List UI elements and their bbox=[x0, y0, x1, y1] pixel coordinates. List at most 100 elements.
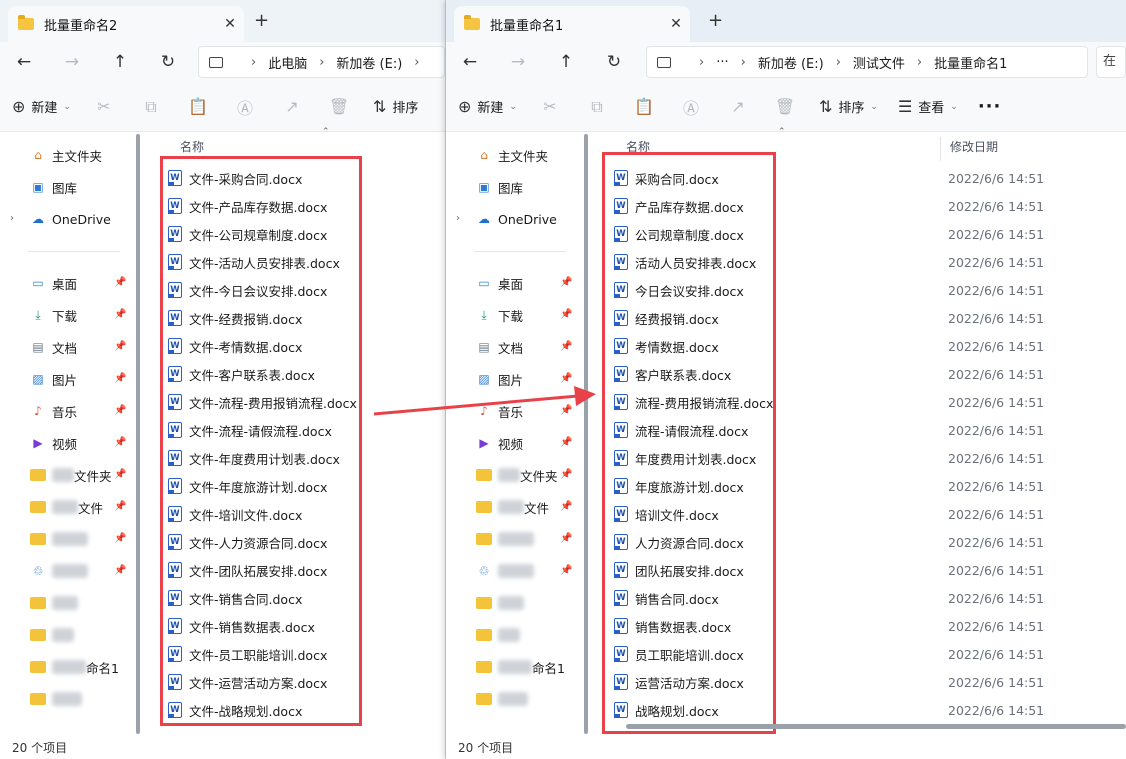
file-row[interactable]: W 公司规章制度.docx bbox=[614, 221, 744, 247]
nav-item-recycle[interactable]: ♲ bbox=[30, 559, 88, 583]
share-icon[interactable]: ↗ bbox=[279, 97, 305, 116]
file-row[interactable]: W 人力资源合同.docx bbox=[614, 529, 744, 555]
nav-item-pictures[interactable]: ▨ 图片 bbox=[30, 367, 77, 391]
delete-icon[interactable]: 🗑 bbox=[326, 97, 352, 116]
file-row[interactable]: W 文件-人力资源合同.docx bbox=[168, 529, 327, 555]
paste-icon[interactable]: 📋 bbox=[185, 97, 211, 116]
nav-item-folder-6[interactable]: 命名1 bbox=[476, 655, 565, 679]
nav-item-music[interactable]: ♪ 音乐 bbox=[476, 399, 523, 423]
nav-item-folder-7[interactable] bbox=[476, 687, 528, 711]
file-row[interactable]: W 员工职能培训.docx bbox=[614, 641, 744, 667]
nav-item-home[interactable]: ⌂ 主文件夹 bbox=[476, 143, 548, 167]
nav-item-folder-3[interactable] bbox=[476, 527, 534, 551]
nav-item-folder-3[interactable] bbox=[30, 527, 88, 551]
file-row[interactable]: W 销售合同.docx bbox=[614, 585, 719, 611]
file-row[interactable]: W 文件-经费报销.docx bbox=[168, 305, 302, 331]
copy-icon[interactable]: ⧉ bbox=[584, 97, 610, 117]
chevron-right-icon[interactable]: › bbox=[456, 213, 460, 224]
file-row[interactable]: W 考情数据.docx bbox=[614, 333, 719, 359]
file-row[interactable]: W 文件-年度费用计划表.docx bbox=[168, 445, 340, 471]
file-row[interactable]: W 文件-产品库存数据.docx bbox=[168, 193, 327, 219]
close-tab-icon[interactable]: ✕ bbox=[662, 16, 690, 32]
file-row[interactable]: W 文件-客户联系表.docx bbox=[168, 361, 315, 387]
file-row[interactable]: W 活动人员安排表.docx bbox=[614, 249, 756, 275]
horizontal-scrollbar[interactable] bbox=[626, 724, 1126, 729]
file-row[interactable]: W 文件-今日会议安排.docx bbox=[168, 277, 327, 303]
file-row[interactable]: W 今日会议安排.docx bbox=[614, 277, 744, 303]
file-row[interactable]: W 文件-团队拓展安排.docx bbox=[168, 557, 327, 583]
chevron-right-icon[interactable]: › bbox=[10, 213, 14, 224]
file-row[interactable]: W 销售数据表.docx bbox=[614, 613, 731, 639]
close-tab-icon[interactable]: ✕ bbox=[216, 16, 244, 32]
nav-item-folder-5[interactable] bbox=[476, 623, 520, 647]
new-button[interactable]: ⊕ 新建 ⌄ bbox=[12, 97, 71, 116]
file-row[interactable]: W 文件-员工职能培训.docx bbox=[168, 641, 327, 667]
nav-item-folder-1[interactable]: 文件夹 bbox=[476, 463, 558, 487]
file-row[interactable]: W 文件-运营活动方案.docx bbox=[168, 669, 327, 695]
file-row[interactable]: W 文件-销售合同.docx bbox=[168, 585, 302, 611]
nav-item-folder-6[interactable]: 命名1 bbox=[30, 655, 119, 679]
nav-item-folder-1[interactable]: 文件夹 bbox=[30, 463, 112, 487]
paste-icon[interactable]: 📋 bbox=[631, 97, 657, 116]
nav-item-folder-2[interactable]: 文件 bbox=[30, 495, 103, 519]
column-header-name[interactable]: 名称 bbox=[180, 133, 204, 159]
file-row[interactable]: W 采购合同.docx bbox=[614, 165, 719, 191]
file-row[interactable]: W 培训文件.docx bbox=[614, 501, 719, 527]
forward-arrow-icon[interactable]: → bbox=[48, 52, 96, 72]
nav-item-recycle[interactable]: ♲ bbox=[476, 559, 534, 583]
sort-button[interactable]: ⇅ 排序 ⌄ bbox=[819, 97, 878, 116]
copy-icon[interactable]: ⧉ bbox=[138, 97, 164, 117]
up-arrow-icon[interactable]: ↑ bbox=[96, 52, 144, 72]
nav-item-onedrive[interactable]: ☁ OneDrive bbox=[476, 207, 557, 231]
nav-item-folder-4[interactable] bbox=[476, 591, 524, 615]
search-input[interactable]: 在 bbox=[1096, 46, 1126, 78]
breadcrumb-test-files[interactable]: 测试文件 bbox=[853, 53, 905, 72]
file-row[interactable]: W 运营活动方案.docx bbox=[614, 669, 744, 695]
address-bar[interactable]: › 此电脑 › 新加卷 (E:) › bbox=[198, 46, 445, 78]
file-row[interactable]: W 战略规划.docx bbox=[614, 697, 719, 723]
nav-item-onedrive[interactable]: ☁ OneDrive bbox=[30, 207, 111, 231]
back-arrow-icon[interactable]: ← bbox=[0, 52, 48, 72]
nav-item-desktop[interactable]: ▭ 桌面 bbox=[476, 271, 523, 295]
breadcrumb-drive-e[interactable]: 新加卷 (E:) bbox=[758, 53, 824, 72]
vertical-scrollbar[interactable] bbox=[584, 134, 588, 734]
breadcrumb-this-pc[interactable]: 此电脑 bbox=[268, 53, 307, 72]
nav-item-downloads[interactable]: ⤓ 下载 bbox=[30, 303, 77, 327]
tab-batch-rename-2[interactable]: 批量重命名2 ✕ bbox=[8, 6, 244, 42]
file-row[interactable]: W 文件-年度旅游计划.docx bbox=[168, 473, 327, 499]
file-row[interactable]: W 文件-考情数据.docx bbox=[168, 333, 302, 359]
file-row[interactable]: W 团队拓展安排.docx bbox=[614, 557, 744, 583]
breadcrumb-drive-e[interactable]: 新加卷 (E:) bbox=[336, 53, 402, 72]
address-bar[interactable]: › ··· › 新加卷 (E:) › 测试文件 › 批量重命名1 bbox=[646, 46, 1088, 78]
nav-item-documents[interactable]: ▤ 文档 bbox=[30, 335, 77, 359]
nav-item-downloads[interactable]: ⤓ 下载 bbox=[476, 303, 523, 327]
back-arrow-icon[interactable]: ← bbox=[446, 52, 494, 72]
file-row[interactable]: W 流程-费用报销流程.docx bbox=[614, 389, 773, 415]
view-button[interactable]: ☰ 查看 ⌄ bbox=[898, 97, 958, 116]
column-header-date[interactable]: 修改日期 bbox=[950, 133, 998, 159]
file-row[interactable]: W 流程-请假流程.docx bbox=[614, 417, 748, 443]
up-arrow-icon[interactable]: ↑ bbox=[542, 52, 590, 72]
nav-item-gallery[interactable]: ▣ 图库 bbox=[30, 175, 77, 199]
cut-icon[interactable]: ✂ bbox=[91, 97, 117, 116]
file-row[interactable]: W 产品库存数据.docx bbox=[614, 193, 744, 219]
forward-arrow-icon[interactable]: → bbox=[494, 52, 542, 72]
breadcrumb-current[interactable]: 批量重命名1 bbox=[934, 53, 1007, 72]
refresh-icon[interactable]: ↻ bbox=[144, 52, 192, 72]
share-icon[interactable]: ↗ bbox=[725, 97, 751, 116]
nav-item-desktop[interactable]: ▭ 桌面 bbox=[30, 271, 77, 295]
tab-batch-rename-1[interactable]: 批量重命名1 ✕ bbox=[454, 6, 690, 42]
file-row[interactable]: W 文件-公司规章制度.docx bbox=[168, 221, 327, 247]
file-row[interactable]: W 文件-战略规划.docx bbox=[168, 697, 302, 723]
file-row[interactable]: W 文件-活动人员安排表.docx bbox=[168, 249, 340, 275]
file-row[interactable]: W 文件-培训文件.docx bbox=[168, 501, 302, 527]
refresh-icon[interactable]: ↻ bbox=[590, 52, 638, 72]
breadcrumb-more[interactable]: ··· bbox=[716, 55, 728, 70]
column-header-name[interactable]: 名称 bbox=[626, 133, 650, 159]
new-tab-icon[interactable]: + bbox=[708, 10, 723, 31]
nav-item-videos[interactable]: ▶ 视频 bbox=[30, 431, 77, 455]
nav-item-music[interactable]: ♪ 音乐 bbox=[30, 399, 77, 423]
new-button[interactable]: ⊕ 新建 ⌄ bbox=[458, 97, 517, 116]
sort-button[interactable]: ⇅ 排序 bbox=[373, 97, 418, 116]
nav-item-pictures[interactable]: ▨ 图片 bbox=[476, 367, 523, 391]
